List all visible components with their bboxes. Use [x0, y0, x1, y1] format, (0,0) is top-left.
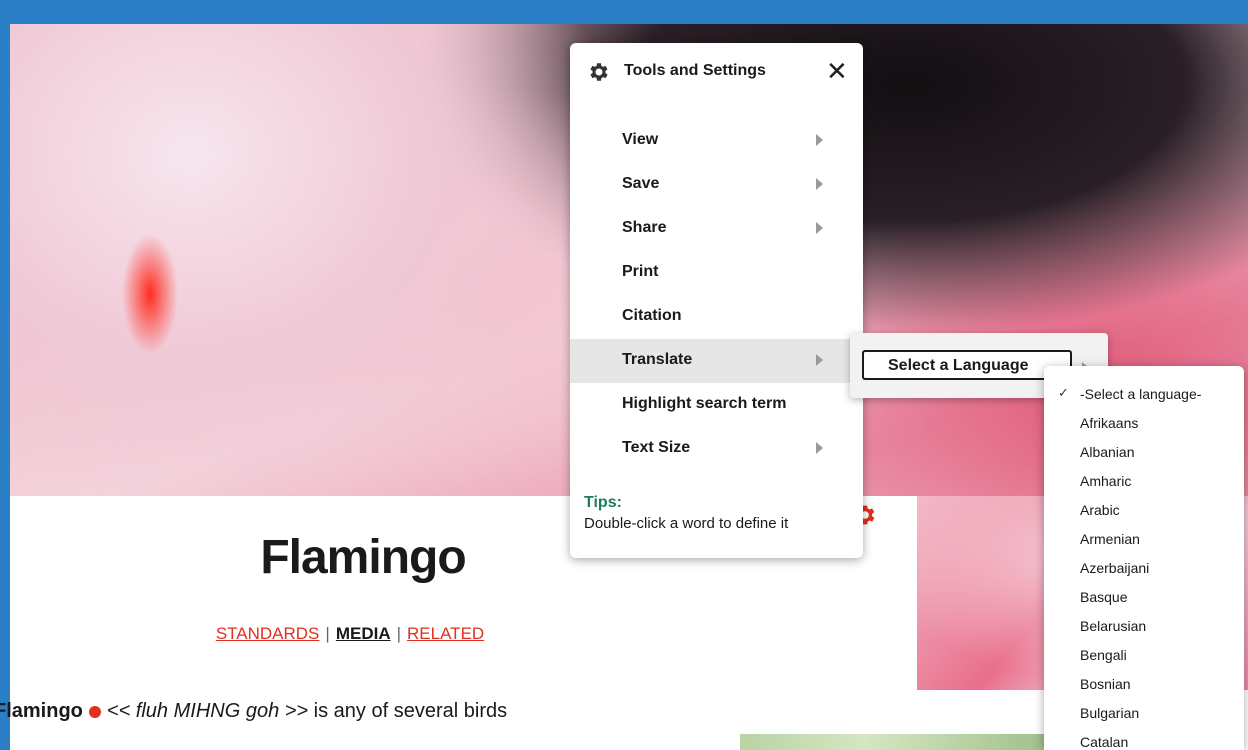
language-option-label: Amharic [1080, 473, 1132, 489]
menu-item-translate[interactable]: Translate [570, 339, 863, 383]
chevron-right-icon [816, 354, 823, 366]
chevron-right-icon [816, 178, 823, 190]
language-select-label: Select a Language [888, 357, 1029, 374]
language-option-label: Bengali [1080, 647, 1127, 663]
chevron-right-icon [816, 134, 823, 146]
menu-item-label: Highlight search term [622, 395, 787, 412]
audio-icon[interactable] [88, 705, 101, 718]
gear-icon [590, 63, 608, 81]
language-option[interactable]: Catalan [1044, 728, 1244, 750]
language-option-label: Bosnian [1080, 676, 1131, 692]
menu-item-label: Save [622, 175, 660, 192]
language-option-label: Albanian [1080, 444, 1135, 460]
language-option[interactable]: Arabic [1044, 496, 1244, 525]
media-link[interactable]: MEDIA [336, 624, 391, 643]
tools-settings-panel: Tools and Settings ✕ View Save Share Pri… [570, 43, 863, 558]
article-intro-text: is any of several birds [308, 700, 508, 722]
language-option[interactable]: Basque [1044, 583, 1244, 612]
nav-separator: | [325, 624, 330, 643]
menu-item-save[interactable]: Save [570, 163, 863, 207]
page-title: Flamingo [260, 531, 466, 584]
language-option[interactable]: Belarusian [1044, 612, 1244, 641]
language-option[interactable]: Albanian [1044, 438, 1244, 467]
menu-item-print[interactable]: Print [570, 251, 863, 295]
tools-title: Tools and Settings [624, 62, 766, 79]
chevron-right-icon [816, 222, 823, 234]
tools-header: Tools and Settings ✕ [570, 57, 863, 87]
language-dropdown: ✓ -Select a language- Afrikaans Albanian… [1044, 366, 1244, 750]
language-option[interactable]: Armenian [1044, 525, 1244, 554]
menu-item-label: Share [622, 219, 667, 236]
menu-item-label: Print [622, 263, 659, 280]
pronunciation: << fluh MIHNG goh >> [106, 700, 309, 722]
language-option-label: -Select a language- [1080, 386, 1202, 402]
related-link[interactable]: RELATED [407, 624, 484, 643]
tips-label: Tips: [584, 494, 622, 511]
language-option-label: Afrikaans [1080, 415, 1139, 431]
nav-separator: | [396, 624, 402, 643]
language-option-label: Catalan [1080, 734, 1129, 750]
article-subnav: STANDARDS | MEDIA | RELATED [175, 624, 525, 644]
language-option-label: Azerbaijani [1080, 560, 1150, 576]
check-icon: ✓ [1058, 385, 1069, 400]
menu-item-text-size[interactable]: Text Size [570, 427, 863, 471]
menu-item-view[interactable]: View [570, 119, 863, 163]
standards-link[interactable]: STANDARDS [216, 624, 320, 643]
chevron-right-icon [816, 442, 823, 454]
language-option-label: Armenian [1080, 531, 1140, 547]
close-icon[interactable]: ✕ [826, 57, 848, 85]
language-option-label: Belarusian [1080, 618, 1147, 634]
language-option-label: Basque [1080, 589, 1128, 605]
language-option[interactable]: Bengali [1044, 641, 1244, 670]
menu-item-label: Citation [622, 307, 682, 324]
language-option[interactable]: ✓ -Select a language- [1044, 380, 1244, 409]
menu-item-highlight[interactable]: Highlight search term [570, 383, 863, 427]
article-intro: Flamingo << fluh MIHNG goh >> is any of s… [0, 700, 734, 730]
language-option[interactable]: Azerbaijani [1044, 554, 1244, 583]
language-select[interactable]: Select a Language [862, 350, 1072, 380]
language-option[interactable]: Amharic [1044, 467, 1244, 496]
menu-item-citation[interactable]: Citation [570, 295, 863, 339]
language-option[interactable]: Bulgarian [1044, 699, 1244, 728]
menu-item-label: Translate [622, 351, 693, 368]
language-option-label: Bulgarian [1080, 705, 1140, 721]
language-option[interactable]: Bosnian [1044, 670, 1244, 699]
menu-item-label: Text Size [622, 439, 691, 456]
article-term: Flamingo [0, 700, 83, 722]
language-option-label: Arabic [1080, 502, 1120, 518]
menu-item-share[interactable]: Share [570, 207, 863, 251]
menu-item-label: View [622, 131, 659, 148]
tips-text: Double-click a word to define it [584, 515, 789, 532]
language-option[interactable]: Afrikaans [1044, 409, 1244, 438]
side-image[interactable] [740, 734, 1050, 750]
